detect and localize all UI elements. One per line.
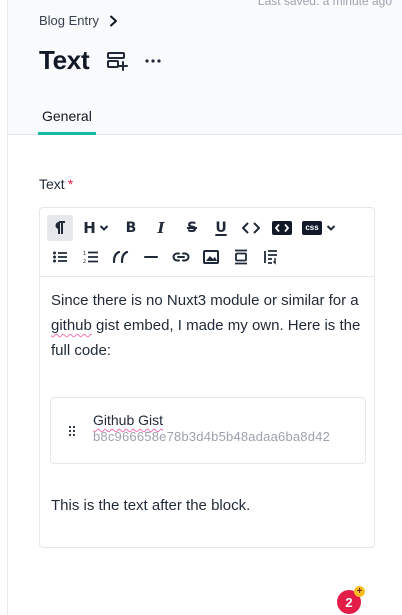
rich-text-editor[interactable]: H B I S U css 1 2 Since there is no Nuxt… xyxy=(39,207,375,614)
heading-label: H xyxy=(83,219,96,237)
css-label: css xyxy=(305,223,319,232)
strikethrough-button[interactable]: S xyxy=(179,215,205,241)
horizontal-rule-icon xyxy=(144,256,158,258)
horizontal-rule-button[interactable] xyxy=(138,244,164,270)
paragraph-1[interactable]: Since there is no Nuxt3 module or simila… xyxy=(51,288,369,363)
para1-misspelled-word[interactable]: github xyxy=(51,317,92,334)
code-block-icon xyxy=(272,221,292,235)
tab-general[interactable]: General xyxy=(38,100,96,135)
underline-label: U xyxy=(215,220,227,236)
last-saved-status: Last saved: a minute ago xyxy=(257,0,392,8)
bold-label: B xyxy=(125,220,137,236)
link-icon xyxy=(172,252,190,262)
bullet-list-icon xyxy=(53,251,67,263)
svg-text:1: 1 xyxy=(83,251,86,257)
chevron-down-icon xyxy=(326,225,335,231)
image-icon xyxy=(203,250,219,264)
page-title: Text xyxy=(39,45,90,75)
bold-button[interactable]: B xyxy=(118,215,144,241)
blockquote-button[interactable] xyxy=(108,244,134,270)
bullet-list-button[interactable] xyxy=(47,244,73,270)
chevron-down-icon xyxy=(99,225,108,231)
quote-icon xyxy=(113,251,129,263)
gist-block-title: Github Gist xyxy=(93,412,164,428)
italic-button[interactable]: I xyxy=(148,215,174,241)
paragraph-2[interactable]: This is the text after the block. xyxy=(51,497,250,514)
gist-id: b8c966658e78b3d4b5b48adaa6ba8d42 xyxy=(93,429,331,444)
underline-button[interactable]: U xyxy=(208,215,234,241)
css-icon: css xyxy=(302,221,322,235)
paragraph-button[interactable] xyxy=(47,215,73,241)
link-button[interactable] xyxy=(168,244,194,270)
drag-handle-icon[interactable] xyxy=(68,425,76,437)
text-wrap-button[interactable] xyxy=(258,244,284,270)
ordered-list-button[interactable]: 1 2 xyxy=(77,244,103,270)
ordered-list-icon: 1 2 xyxy=(83,251,98,264)
text-wrap-icon xyxy=(264,250,277,265)
pilcrow-icon xyxy=(55,221,65,234)
image-button[interactable] xyxy=(198,244,224,270)
field-label: Text * xyxy=(39,176,73,192)
heading-dropdown[interactable]: H xyxy=(80,215,112,241)
italic-label: I xyxy=(157,219,165,237)
code-block-button[interactable] xyxy=(269,215,295,241)
svg-text:2: 2 xyxy=(83,259,86,264)
page-header: Last saved: a minute ago Blog Entry Text… xyxy=(8,0,402,135)
layout-add-icon[interactable] xyxy=(106,50,128,72)
field-label-text: Text xyxy=(39,176,65,192)
inline-code-button[interactable] xyxy=(238,215,264,241)
breadcrumb: Blog Entry xyxy=(39,13,118,28)
code-icon xyxy=(242,222,260,234)
required-mark: * xyxy=(67,176,74,192)
gist-embed-block[interactable]: Github Gist b8c966658e78b3d4b5b48adaa6ba… xyxy=(50,397,366,464)
chevron-right-icon xyxy=(109,15,117,26)
editor-toolbar: H B I S U css 1 2 xyxy=(40,208,374,277)
strike-label: S xyxy=(186,220,198,236)
embed-icon xyxy=(235,249,247,265)
badge-plus-icon: + xyxy=(354,586,365,597)
css-dropdown[interactable]: css xyxy=(301,215,337,241)
embed-button[interactable] xyxy=(228,244,254,270)
more-horizontal-icon[interactable] xyxy=(144,52,162,70)
breadcrumb-item-blog-entry[interactable]: Blog Entry xyxy=(39,13,99,28)
para1-after: gist embed, I made my own. Here is the f… xyxy=(51,317,361,359)
para1-before: Since there is no Nuxt3 module or simila… xyxy=(51,292,359,309)
